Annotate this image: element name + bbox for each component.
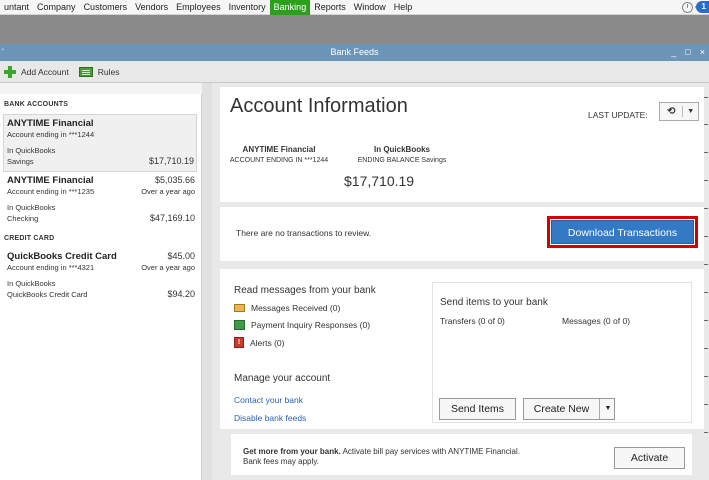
refresh-icon[interactable]: ⟲ [660,106,684,117]
rules-label: Rules [97,66,120,77]
download-transactions-button[interactable]: Download Transactions [551,220,694,244]
messages-received-label: Messages Received (0) [251,303,341,313]
account-information-panel: Account Information LAST UPDATE: ⟲ ▼ ANY… [212,83,709,480]
credit-card-heading: CREDIT CARD [4,235,55,242]
messages-received-item[interactable]: Messages Received (0) [234,303,340,313]
menu-help[interactable]: Help [390,0,417,15]
add-account-button[interactable]: Add Account [4,65,69,78]
chevron-down-icon[interactable]: ▼ [599,399,616,419]
window-controls: _ □ × [671,44,705,61]
promo-line2: Bank fees may apply. [243,457,319,466]
ending-balance-label: ENDING BALANCE Savings [357,157,447,164]
bank-balance: $45.00 [167,251,195,261]
account-item-anytime-1235[interactable]: ANYTIME Financial $5,035.66 Account endi… [0,172,201,228]
add-account-label: Add Account [21,66,69,77]
menu-bar: untant Company Customers Vendors Employe… [0,0,709,15]
menu-banking[interactable]: Banking [269,0,311,15]
window-menu-tick[interactable]: ' [2,44,4,61]
account-summary-card: Account Information LAST UPDATE: ⟲ ▼ ANY… [220,87,704,202]
menu-employees[interactable]: Employees [172,0,225,15]
send-items-title: Send items to your bank [440,297,548,308]
account-name: QuickBooks Credit Card [7,251,117,262]
disable-bank-feeds-link[interactable]: Disable bank feeds [234,413,306,423]
last-updated: Over a year ago [141,263,195,272]
quickbooks-summary: In QuickBooks ENDING BALANCE Savings [354,145,450,164]
menu-inventory[interactable]: Inventory [225,0,270,15]
refresh-split-button[interactable]: ⟲ ▼ [659,102,699,121]
close-button[interactable]: × [700,44,705,61]
last-update-label: LAST UPDATE: [588,110,648,120]
payment-inquiry-icon [234,320,245,330]
quickbooks-label: In QuickBooks [373,145,430,154]
qb-balance: $47,169.10 [149,213,195,223]
last-updated: Over a year ago [141,187,195,196]
accounts-sidebar: BANK ACCOUNTS ANYTIME Financial Account … [0,94,202,480]
transfers-count: Transfers (0 of 0) [440,316,505,326]
ending-balance: $17,710.19 [344,173,415,189]
rules-icon [78,66,93,77]
window-title-bar: ' Bank Feeds _ □ × [0,44,709,61]
account-name: ANYTIME Financial [7,118,94,129]
menu-accountant[interactable]: untant [0,0,33,15]
promo-line1: Activate bill pay services with ANYTIME … [342,447,520,456]
account-name: ANYTIME Financial [7,175,94,186]
minimize-button[interactable]: _ [671,44,676,61]
bank-feeds-toolbar: Add Account Rules [0,61,709,83]
create-new-label[interactable]: Create New [524,399,599,419]
contact-bank-link[interactable]: Contact your bank [234,395,303,405]
envelope-icon [234,304,245,312]
qb-balance: $17,710.19 [148,156,194,166]
notification-badge[interactable]: 1 [694,1,709,13]
sidebar-splitter[interactable] [202,83,212,480]
create-new-split-button[interactable]: Create New ▼ [523,398,615,420]
bank-account-ending: ACCOUNT ENDING IN ***1244 [229,157,329,164]
account-item-anytime-1244[interactable]: ANYTIME Financial Account ending in ***1… [3,114,197,172]
chevron-down-icon[interactable]: ▼ [683,108,698,115]
alert-icon: ! [234,337,244,348]
menu-company[interactable]: Company [33,0,80,15]
qb-account-type: QuickBooks Credit Card [7,290,88,299]
right-edge-ticks [704,92,709,480]
plus-icon [4,65,16,78]
bank-accounts-heading: BANK ACCOUNTS [4,101,69,108]
window-title: Bank Feeds [330,47,379,57]
account-ending: Account ending in ***1235 [7,187,95,196]
no-transactions-text: There are no transactions to review. [236,228,372,238]
promo-text: Get more from your bank. Activate bill p… [243,447,520,467]
qb-account-type: Savings [7,157,34,166]
alerts-item[interactable]: ! Alerts (0) [234,337,284,348]
bank-summary: ANYTIME Financial ACCOUNT ENDING IN ***1… [224,145,334,164]
in-quickbooks-label: In QuickBooks [7,279,56,288]
menu-reports[interactable]: Reports [310,0,350,15]
in-quickbooks-label: In QuickBooks [7,203,56,212]
account-item-credit-4321[interactable]: QuickBooks Credit Card $45.00 Account en… [0,248,201,304]
qb-balance: $94.20 [167,289,195,299]
alerts-label: Alerts (0) [250,337,285,348]
payment-inquiry-label: Payment Inquiry Responses (0) [251,320,371,330]
read-messages-title: Read messages from your bank [234,285,376,296]
account-ending: Account ending in ***4321 [7,263,95,272]
rules-button[interactable]: Rules [78,66,120,77]
send-items-button[interactable]: Send Items [439,398,516,420]
messages-count: Messages (0 of 0) [562,316,631,326]
page-title: Account Information [230,95,408,117]
menu-vendors[interactable]: Vendors [131,0,172,15]
payment-inquiry-item[interactable]: Payment Inquiry Responses (0) [234,320,370,330]
toolbar-band [0,15,709,44]
bank-name: ANYTIME Financial [242,145,316,154]
promo-bold: Get more from your bank. [243,447,341,456]
restore-button[interactable]: □ [685,44,690,61]
menu-customers[interactable]: Customers [80,0,132,15]
menu-window[interactable]: Window [350,0,390,15]
menu-right-tray: 1 [681,1,709,13]
manage-account-title: Manage your account [234,373,331,384]
in-quickbooks-label: In QuickBooks [7,146,56,155]
account-ending: Account ending in ***1244 [7,130,95,139]
bank-balance: $5,035.66 [154,175,195,185]
send-items-panel: Send items to your bank Transfers (0 of … [432,282,692,423]
activate-button[interactable]: Activate [614,447,685,469]
qb-account-type: Checking [7,214,39,223]
